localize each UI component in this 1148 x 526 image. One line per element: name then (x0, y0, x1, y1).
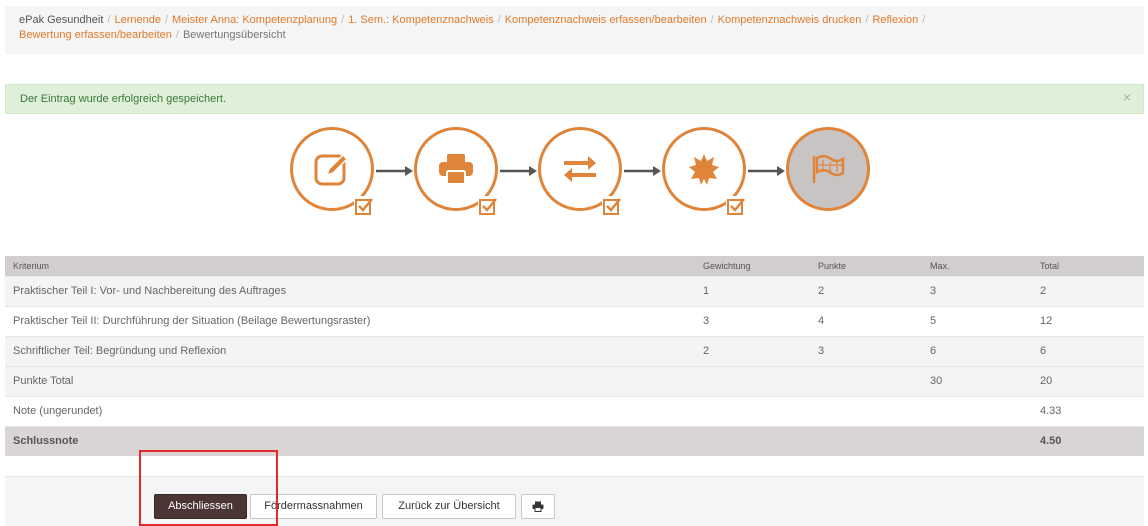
success-alert: Der Eintrag wurde erfolgreich gespeicher… (5, 84, 1144, 114)
table-cell: 3 (695, 305, 810, 336)
table-cell (695, 365, 810, 396)
exchange-icon (564, 156, 596, 182)
breadcrumb-separator: / (341, 14, 345, 26)
table-cell: 1 (695, 275, 810, 306)
table-cell: Punkte Total (5, 365, 695, 396)
edit-icon (314, 153, 349, 186)
action-footer: Abschliessen Fördermassnahmen Zurück zur… (5, 476, 1144, 526)
breadcrumb-separator: / (922, 14, 926, 26)
table-cell: Schriftlicher Teil: Begründung und Refle… (5, 335, 695, 366)
table-cell: 3 (922, 275, 1032, 306)
breadcrumb-item-lernende[interactable]: Lernende (114, 14, 161, 26)
flag-icon (812, 155, 845, 183)
arrow-right-icon (500, 166, 537, 176)
breadcrumb-item-erfassen[interactable]: Kompetenznachweis erfassen/bearbeiten (505, 14, 707, 26)
table-row-punkte-total: Punkte Total 30 20 (5, 365, 1144, 396)
table-cell: 4.33 (1032, 395, 1144, 426)
table-cell: 2 (810, 275, 922, 306)
criteria-table: Kriterium Gewichtung Punkte Max. Total P… (5, 256, 1144, 456)
table-cell: Schlussnote (5, 425, 695, 456)
table-cell (922, 395, 1032, 426)
table-cell: 3 (810, 335, 922, 366)
table-row: Schriftlicher Teil: Begründung und Refle… (5, 335, 1144, 366)
step-badge[interactable] (662, 127, 746, 216)
column-header-kriterium: Kriterium (5, 256, 695, 276)
table-row: Praktischer Teil I: Vor- und Nachbereitu… (5, 275, 1144, 306)
column-header-total: Total (1032, 256, 1144, 276)
column-header-max: Max. (922, 256, 1032, 276)
foerdermassnahmen-button[interactable]: Fördermassnahmen (250, 494, 377, 519)
badge-icon (689, 154, 719, 185)
breadcrumb-separator: / (164, 14, 169, 26)
table-cell: 30 (922, 365, 1032, 396)
step-exchange[interactable] (538, 127, 622, 216)
step-edit[interactable] (290, 127, 374, 216)
breadcrumb-separator: / (865, 14, 869, 26)
table-cell: 4.50 (1032, 425, 1144, 456)
breadcrumb-item-reflexion[interactable]: Reflexion (872, 14, 918, 26)
column-header-punkte: Punkte (810, 256, 922, 276)
table-cell (810, 425, 922, 456)
checkbox-checked-icon (354, 196, 374, 216)
arrow-right-icon (748, 166, 785, 176)
close-icon[interactable]: × (1123, 90, 1131, 104)
breadcrumb-item-bewertung[interactable]: Bewertung erfassen/bearbeiten (19, 29, 172, 41)
table-cell (810, 365, 922, 396)
breadcrumb-item-drucken[interactable]: Kompetenznachweis drucken (718, 14, 862, 26)
table-cell: 20 (1032, 365, 1144, 396)
table-cell: 4 (810, 305, 922, 336)
arrow-right-icon (624, 166, 661, 176)
checkbox-checked-icon (478, 196, 498, 216)
table-header-row: Kriterium Gewichtung Punkte Max. Total (5, 256, 1144, 276)
table-cell (810, 395, 922, 426)
step-finish[interactable] (786, 127, 870, 211)
table-cell: Note (ungerundet) (5, 395, 695, 426)
breadcrumb-item-kompetenzplanung[interactable]: Meister Anna: Kompetenzplanung (172, 14, 337, 26)
back-to-overview-button[interactable]: Zurück zur Übersicht (382, 494, 516, 519)
breadcrumb-separator: / (107, 14, 111, 26)
breadcrumb-separator: / (497, 14, 501, 26)
table-cell: 5 (922, 305, 1032, 336)
table-cell: Praktischer Teil II: Durchführung der Si… (5, 305, 695, 336)
breadcrumb-item-root: ePak Gesundheit (19, 14, 104, 26)
table-cell: 2 (1032, 275, 1144, 306)
table-cell: 6 (1032, 335, 1144, 366)
workflow-steps (290, 127, 870, 217)
table-row-note: Note (ungerundet) 4.33 (5, 395, 1144, 426)
print-icon (439, 154, 473, 185)
abschliessen-button[interactable]: Abschliessen (154, 494, 247, 519)
step-print[interactable] (414, 127, 498, 216)
breadcrumb-item-kompetenznachweis[interactable]: 1. Sem.: Kompetenznachweis (348, 14, 494, 26)
table-cell: 6 (922, 335, 1032, 366)
table-cell: 12 (1032, 305, 1144, 336)
column-header-gewichtung: Gewichtung (695, 256, 810, 276)
table-cell: 2 (695, 335, 810, 366)
alert-message: Der Eintrag wurde erfolgreich gespeicher… (20, 93, 227, 105)
table-cell (695, 425, 810, 456)
print-icon (532, 501, 544, 512)
checkbox-checked-icon (726, 196, 746, 216)
checkbox-checked-icon (602, 196, 622, 216)
breadcrumb-separator: / (710, 14, 714, 26)
print-button[interactable] (521, 494, 555, 519)
breadcrumb: ePak Gesundheit / Lernende / Meister Anna: K… (5, 6, 1144, 54)
table-cell (695, 395, 810, 426)
table-cell: Praktischer Teil I: Vor- und Nachbereitu… (5, 275, 695, 306)
table-row: Praktischer Teil II: Durchführung der Si… (5, 305, 1144, 336)
breadcrumb-separator: / (175, 29, 179, 41)
arrow-right-icon (376, 166, 413, 176)
table-row-schlussnote: Schlussnote 4.50 (5, 425, 1144, 456)
table-cell (922, 425, 1032, 456)
breadcrumb-item-current: Bewertungsübersicht (182, 29, 286, 41)
